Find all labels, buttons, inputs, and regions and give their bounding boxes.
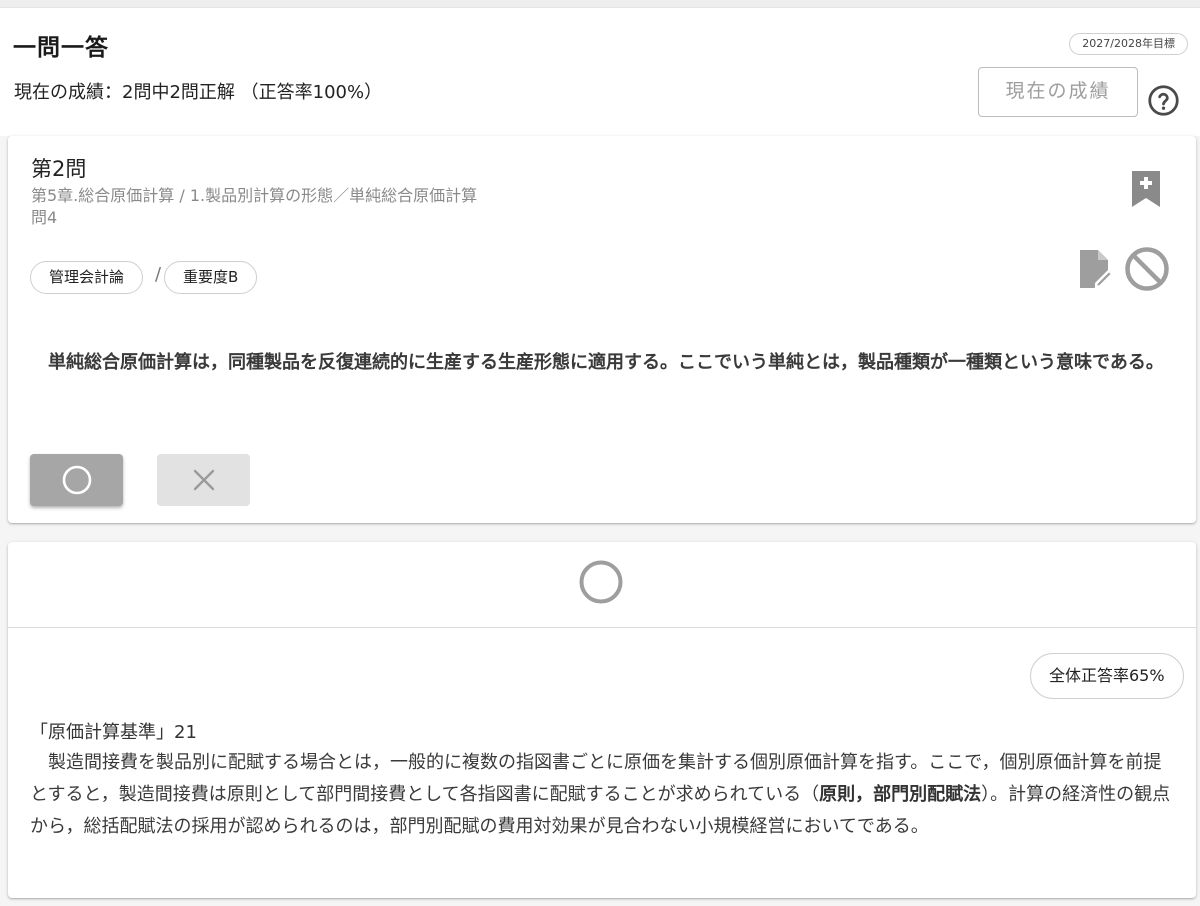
bookmark-add-icon[interactable] <box>1130 169 1162 209</box>
question-body: 単純総合原価計算は，同種製品を反復連続的に生産する生産形態に適用する。ここでいう… <box>48 352 1164 373</box>
top-strip <box>0 0 1200 8</box>
question-chapter: 第5章.総合原価計算 / 1.製品別計算の形態／単純総合原価計算 <box>31 186 478 205</box>
question-sub-number: 問4 <box>31 208 58 227</box>
current-score-button[interactable]: 現在の成績 <box>978 67 1138 117</box>
target-year-badge: 2027/2028年目標 <box>1069 33 1188 55</box>
ban-icon[interactable] <box>1124 246 1170 292</box>
header: 一問一答 2027/2028年目標 現在の成績：2問中2問正解 （正答率100%… <box>0 8 1200 136</box>
tag-subject: 管理会計論 <box>30 261 144 294</box>
question-number: 第2問 <box>31 157 87 181</box>
answer-false-button[interactable] <box>157 454 250 506</box>
question-card: 第2問 第5章.総合原価計算 / 1.製品別計算の形態／単純総合原価計算 問4 … <box>8 136 1196 523</box>
cross-icon <box>193 469 214 491</box>
explanation-emphasis: 原則，部門別配賦法 <box>819 784 982 805</box>
correct-circle-icon <box>579 560 623 604</box>
edit-note-icon[interactable] <box>1078 249 1114 289</box>
tag-importance: 重要度B <box>164 261 258 294</box>
answer-true-button[interactable] <box>30 454 123 506</box>
current-score-text: 現在の成績：2問中2問正解 （正答率100%） <box>14 82 383 103</box>
overall-rate-badge: 全体正答率65% <box>1030 653 1184 699</box>
explanation-reference: 「原価計算基準」21 <box>30 722 197 743</box>
result-card: 全体正答率65% 「原価計算基準」21 製造間接費を製品別に配賦する場合とは，一… <box>8 542 1196 898</box>
tag-separator: / <box>155 264 162 285</box>
circle-icon <box>62 465 91 495</box>
explanation-text: 製造間接費を製品別に配賦する場合とは，一般的に複数の指図書ごとに原価を集計する個… <box>30 747 1178 843</box>
help-circle-icon[interactable] <box>1147 84 1180 117</box>
divider <box>8 627 1196 628</box>
page-title: 一問一答 <box>13 35 109 61</box>
